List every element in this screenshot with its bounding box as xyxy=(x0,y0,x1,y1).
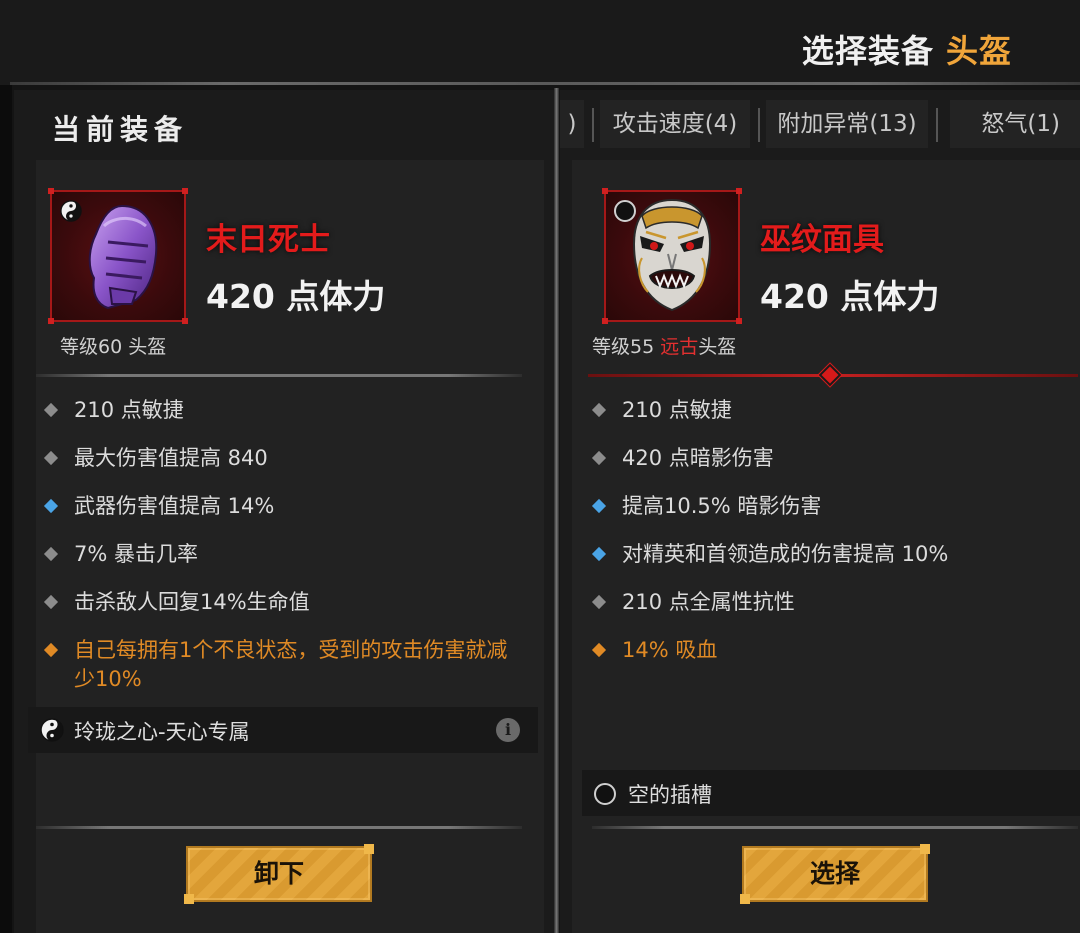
affix-text: 210 点敏捷 xyxy=(622,398,732,422)
affix-text: 14% 吸血 xyxy=(622,638,718,662)
diamond-bullet-icon xyxy=(43,594,59,610)
header-divider xyxy=(10,82,1080,85)
current-top-separator xyxy=(36,374,522,377)
current-item-frame[interactable] xyxy=(48,188,188,324)
tab-extra-status[interactable]: 附加异常(13) xyxy=(766,100,928,148)
rarity-diamond-icon xyxy=(817,362,843,388)
unequip-button[interactable]: 卸下 xyxy=(184,844,374,904)
candidate-socket-row[interactable]: 空的插槽 xyxy=(582,770,1080,816)
diamond-bullet-icon xyxy=(591,546,607,562)
tab-partial[interactable]: ) xyxy=(560,100,584,148)
diamond-bullet-icon xyxy=(43,498,59,514)
affix-text: 最大伤害值提高 840 xyxy=(74,446,268,470)
current-equipment-panel: 当前装备 末日死士 420 点体力 等级60 头盔 210 点敏捷 最大伤害值提… xyxy=(14,90,554,933)
header-bar: 选择装备 头盔 xyxy=(0,0,1080,85)
yin-yang-icon xyxy=(40,718,64,742)
empty-socket-icon xyxy=(614,200,636,222)
candidate-level-prefix: 等级55 xyxy=(592,336,661,358)
current-item-name: 末日死士 xyxy=(206,222,330,258)
empty-socket-icon xyxy=(594,783,616,805)
screen-edge xyxy=(0,0,12,933)
diamond-bullet-icon xyxy=(591,594,607,610)
affix-text: 击杀敌人回复14%生命值 xyxy=(74,590,310,614)
page-title-slot: 头盔 xyxy=(945,32,1012,70)
diamond-bullet-icon xyxy=(591,498,607,514)
diamond-bullet-icon xyxy=(591,450,607,466)
affix-text: 提高10.5% 暗影伤害 xyxy=(622,494,822,518)
candidate-socket-label: 空的插槽 xyxy=(628,783,712,807)
candidate-item-name: 巫纹面具 xyxy=(760,222,884,258)
affix-text: 7% 暴击几率 xyxy=(74,542,198,566)
affix-item: 自己每拥有1个不良状态，受到的攻击伤害就减少10% xyxy=(43,636,524,694)
page-title-prefix: 选择装备 xyxy=(801,32,934,70)
affix-text: 武器伤害值提高 14% xyxy=(74,494,275,518)
current-item-card: 末日死士 420 点体力 等级60 头盔 210 点敏捷最大伤害值提高 840 武… xyxy=(28,160,544,933)
affix-item: 14% 吸血 xyxy=(591,636,1072,665)
candidate-level-suffix: 头盔 xyxy=(698,336,737,358)
affix-item: 210 点全属性抗性 xyxy=(591,588,1072,617)
candidate-item-frame[interactable] xyxy=(602,188,742,324)
diamond-bullet-icon xyxy=(43,546,59,562)
diamond-bullet-icon xyxy=(591,402,607,418)
candidate-item-main-stat: 420 点体力 xyxy=(760,277,940,316)
affix-item: 最大伤害值提高 840 xyxy=(43,444,524,473)
affix-item: 210 点敏捷 xyxy=(591,396,1072,425)
diamond-bullet-icon xyxy=(43,402,59,418)
candidate-item-level: 等级55 远古头盔 xyxy=(592,332,736,359)
affix-text: 420 点暗影伤害 xyxy=(622,446,774,470)
affix-item: 武器伤害值提高 14% xyxy=(43,492,524,521)
page-title: 选择装备 头盔 xyxy=(802,26,1012,72)
candidate-item-card: 巫纹面具 420 点体力 等级55 远古头盔 210 点敏捷 420 点暗影伤害提… xyxy=(572,160,1080,933)
affix-item: 对精英和首领造成的伤害提高 10% xyxy=(591,540,1072,569)
affix-item: 210 点敏捷 xyxy=(43,396,524,425)
affix-text: 自己每拥有1个不良状态，受到的攻击伤害就减少10% xyxy=(74,638,508,691)
affix-item: 7% 暴击几率 xyxy=(43,540,524,569)
diamond-bullet-icon xyxy=(43,450,59,466)
candidate-affix-list: 210 点敏捷 420 点暗影伤害提高10.5% 暗影伤害对精英和首领造成的伤害提… xyxy=(591,396,1072,684)
affix-item: 提高10.5% 暗影伤害 xyxy=(591,492,1072,521)
current-bottom-separator xyxy=(36,826,522,829)
affix-text: 210 点全属性抗性 xyxy=(622,590,795,614)
current-item-level: 等级60 头盔 xyxy=(60,336,167,358)
diamond-bullet-icon xyxy=(591,642,607,658)
current-affix-list: 210 点敏捷最大伤害值提高 840 武器伤害值提高 14% 7% 暴击几率击杀敌人… xyxy=(43,396,524,713)
current-item-main-stat: 420 点体力 xyxy=(206,277,386,316)
unequip-button-label: 卸下 xyxy=(253,859,304,888)
affix-text: 对精英和首领造成的伤害提高 10% xyxy=(622,542,949,566)
yin-yang-icon xyxy=(60,200,82,222)
diamond-bullet-icon xyxy=(43,642,59,658)
panel-divider xyxy=(554,88,559,933)
info-icon[interactable]: i xyxy=(496,718,520,742)
tab-attack-speed[interactable]: 攻击速度(4) xyxy=(600,100,750,148)
candidate-equipment-panel: ) 攻击速度(4) 附加异常(13) 怒气(1) 巫纹面具 420 点体力 等级… xyxy=(560,90,1080,933)
affix-text: 210 点敏捷 xyxy=(74,398,184,422)
candidate-bottom-separator xyxy=(592,826,1078,829)
tab-fury[interactable]: 怒气(1) xyxy=(950,100,1080,148)
current-aspect-row[interactable]: 玲珑之心-天心专属 i xyxy=(28,707,538,753)
candidate-rarity: 远古 xyxy=(660,336,699,358)
affix-item: 420 点暗影伤害 xyxy=(591,444,1072,473)
current-aspect-label: 玲珑之心-天心专属 xyxy=(74,720,250,744)
select-button[interactable]: 选择 xyxy=(740,844,930,904)
current-equipment-title: 当前装备 xyxy=(52,113,189,146)
filter-tabs: ) 攻击速度(4) 附加异常(13) 怒气(1) xyxy=(560,100,1080,148)
select-button-label: 选择 xyxy=(809,859,860,888)
affix-item: 击杀敌人回复14%生命值 xyxy=(43,588,524,617)
